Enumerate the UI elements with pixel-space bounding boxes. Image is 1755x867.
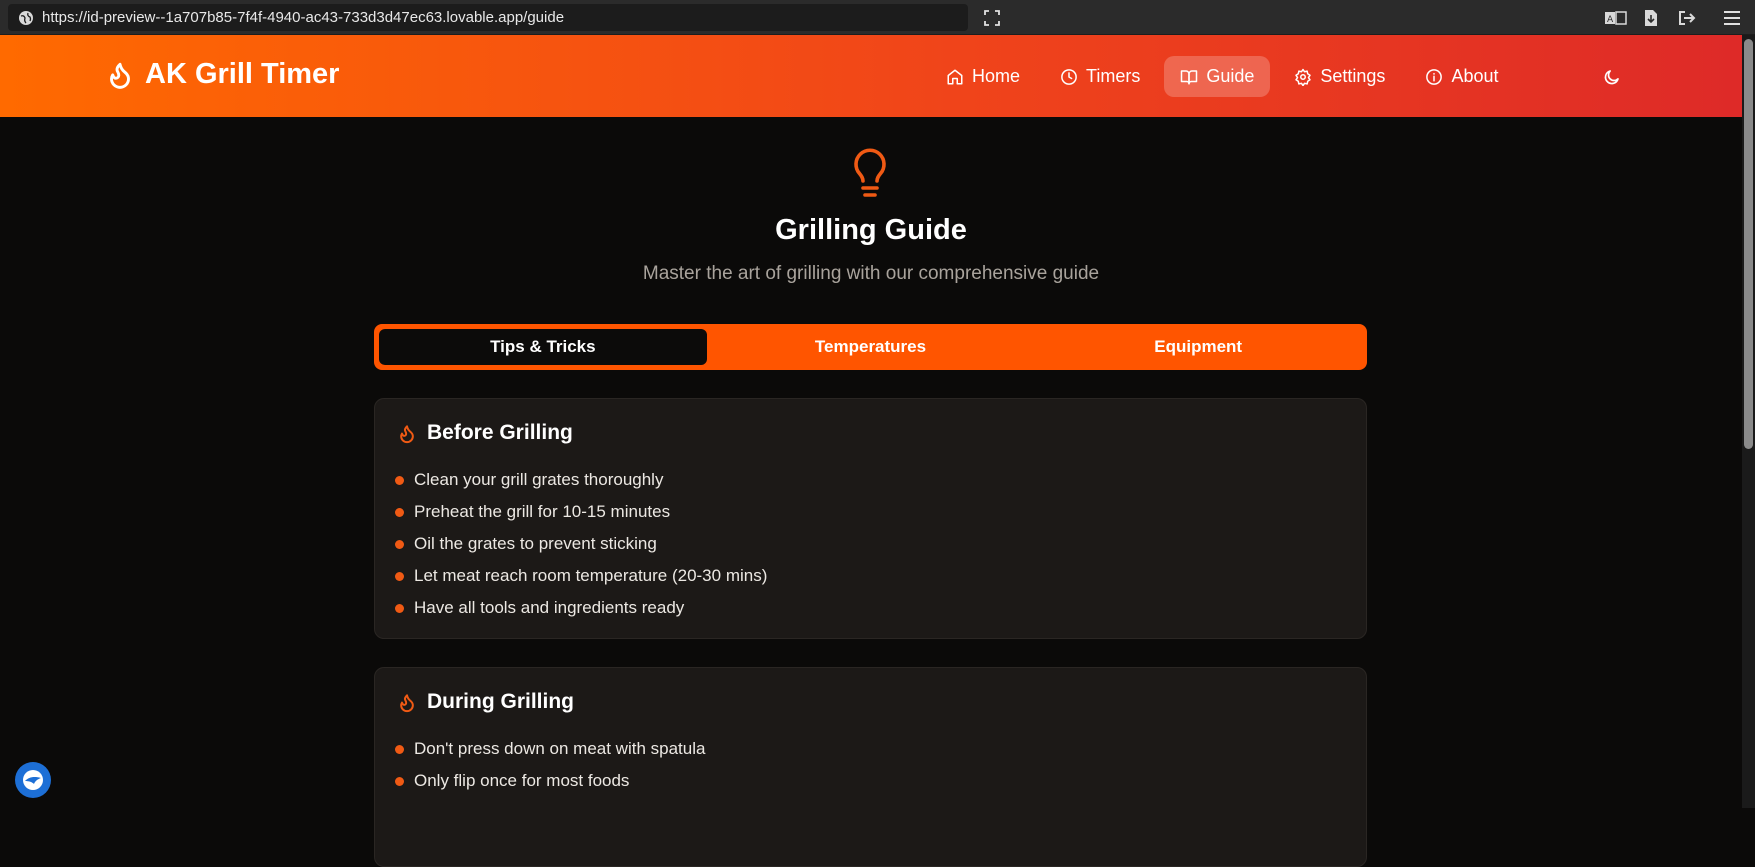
list-item: Don't press down on meat with spatula (395, 733, 705, 765)
bullet-dot (395, 744, 404, 754)
list-item: Only flip once for most foods (395, 765, 705, 797)
list-item-text: Only flip once for most foods (414, 771, 630, 790)
nav-label: Home (972, 66, 1021, 86)
list-item-text: Have all tools and ingredients ready (414, 598, 685, 617)
nav-label: Timers (1086, 66, 1141, 86)
list-item: Preheat the grill for 10-15 minutes (395, 496, 767, 528)
nav-about[interactable]: About (1409, 56, 1514, 97)
page-subtitle: Master the art of grilling with our comp… (642, 263, 1100, 284)
card-title: During Grilling (427, 690, 574, 713)
list-item: Clean your grill grates thoroughly (395, 464, 767, 496)
bullet-dot (395, 571, 404, 581)
translate-icon[interactable]: A (1604, 8, 1628, 28)
nav-timers[interactable]: Timers (1044, 56, 1156, 97)
book-icon (1181, 69, 1198, 84)
flame-icon (400, 425, 414, 444)
theme-toggle-button[interactable] (1600, 65, 1624, 89)
list-item: Have all tools and ingredients ready (395, 592, 767, 624)
card-during-grilling: During Grilling Don't press down on meat… (374, 667, 1367, 867)
main-nav: Home Timers Guide Settings About (930, 56, 1514, 97)
tab-temperatures[interactable]: Temperatures (707, 329, 1035, 365)
fullscreen-icon[interactable] (982, 8, 1002, 28)
card-header: During Grilling (397, 690, 574, 714)
svg-text:A: A (1607, 15, 1614, 25)
browser-toolbar: https://id-preview--1a707b85-7f4f-4940-a… (0, 0, 1755, 35)
tab-tips-tricks[interactable]: Tips & Tricks (379, 329, 707, 365)
moon-icon (1604, 70, 1619, 85)
lightbulb-icon (854, 148, 886, 197)
nav-label: About (1451, 66, 1499, 86)
list-item: Let meat reach room temperature (20-30 m… (395, 560, 767, 592)
card-before-grilling: Before Grilling Clean your grill grates … (374, 398, 1367, 639)
address-bar[interactable]: https://id-preview--1a707b85-7f4f-4940-a… (8, 4, 968, 31)
lovable-logo-icon (23, 770, 43, 790)
gear-icon (1295, 68, 1312, 86)
flame-icon (400, 694, 414, 713)
flame-icon (110, 62, 130, 89)
guide-tabs: Tips & Tricks Temperatures Equipment (374, 324, 1367, 370)
globe-icon (19, 10, 33, 25)
info-icon (1426, 68, 1443, 85)
list-item-text: Preheat the grill for 10-15 minutes (414, 502, 671, 521)
bullet-dot (395, 603, 404, 613)
tab-equipment[interactable]: Equipment (1034, 329, 1362, 365)
logout-icon[interactable] (1677, 8, 1697, 28)
list-item: Oil the grates to prevent sticking (395, 528, 767, 560)
download-icon[interactable] (1641, 8, 1661, 28)
list-item-text: Don't press down on meat with spatula (414, 739, 706, 758)
bullet-dot (395, 776, 404, 786)
page-title: Grilling Guide (775, 214, 967, 246)
nav-home[interactable]: Home (930, 56, 1036, 97)
tips-list: Don't press down on meat with spatula On… (395, 733, 705, 797)
bullet-dot (395, 507, 404, 517)
home-icon (947, 69, 963, 84)
scrollbar-thumb[interactable] (1744, 39, 1753, 449)
card-title: Before Grilling (427, 421, 573, 444)
lovable-badge-button[interactable] (15, 762, 51, 798)
nav-label: Settings (1320, 66, 1386, 86)
bullet-dot (395, 539, 404, 549)
list-item-text: Oil the grates to prevent sticking (414, 534, 657, 553)
app-header: AK Grill Timer Home Timers Guide Setting… (0, 35, 1742, 117)
brand-logo[interactable]: AK Grill Timer (105, 57, 339, 91)
card-header: Before Grilling (397, 421, 573, 445)
nav-label: Guide (1206, 66, 1255, 86)
bullet-dot (395, 475, 404, 485)
clock-icon (1061, 68, 1077, 85)
tips-list: Clean your grill grates thoroughly Prehe… (395, 464, 767, 624)
nav-settings[interactable]: Settings (1278, 56, 1401, 97)
page-scrollbar[interactable] (1742, 35, 1755, 808)
list-item-text: Clean your grill grates thoroughly (414, 470, 664, 489)
url-text: https://id-preview--1a707b85-7f4f-4940-a… (42, 9, 565, 26)
list-item-text: Let meat reach room temperature (20-30 m… (414, 566, 768, 585)
nav-guide[interactable]: Guide (1164, 56, 1271, 97)
brand-title: AK Grill Timer (145, 57, 340, 90)
menu-icon[interactable] (1722, 8, 1742, 28)
